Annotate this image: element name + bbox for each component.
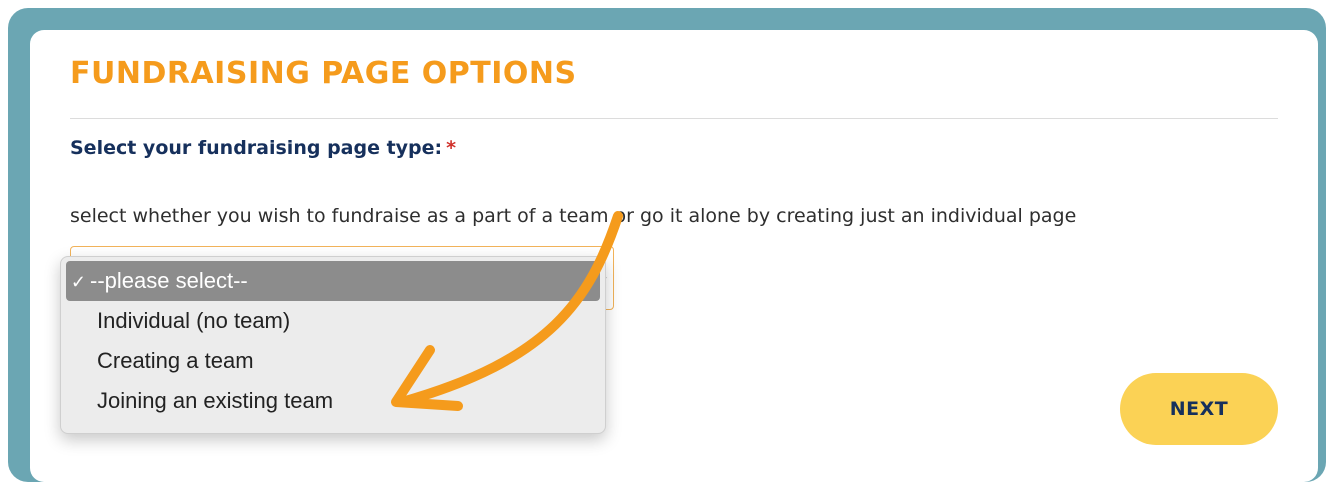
- option-please-select[interactable]: ✓ --please select--: [66, 261, 600, 301]
- checkmark-icon: ✓: [70, 272, 86, 292]
- helper-text: select whether you wish to fundraise as …: [70, 205, 1077, 227]
- page-type-dropdown[interactable]: ✓ --please select-- Individual (no team) …: [60, 256, 606, 434]
- field-label: Select your fundraising page type: *: [70, 137, 456, 159]
- required-marker: *: [446, 137, 457, 159]
- next-button[interactable]: NEXT: [1120, 373, 1278, 445]
- option-label: Joining an existing team: [97, 388, 334, 413]
- field-label-text: Select your fundraising page type:: [70, 137, 443, 159]
- option-label: --please select--: [90, 268, 248, 293]
- option-creating-team[interactable]: Creating a team: [61, 341, 605, 381]
- title-divider: [70, 118, 1278, 119]
- outer-frame: FUNDRAISING PAGE OPTIONS Select your fun…: [8, 8, 1326, 482]
- options-card: FUNDRAISING PAGE OPTIONS Select your fun…: [30, 30, 1318, 482]
- option-label: Creating a team: [97, 348, 254, 373]
- option-individual[interactable]: Individual (no team): [61, 301, 605, 341]
- option-label: Individual (no team): [97, 308, 291, 333]
- option-joining-team[interactable]: Joining an existing team: [61, 381, 605, 421]
- page-title: FUNDRAISING PAGE OPTIONS: [70, 56, 577, 91]
